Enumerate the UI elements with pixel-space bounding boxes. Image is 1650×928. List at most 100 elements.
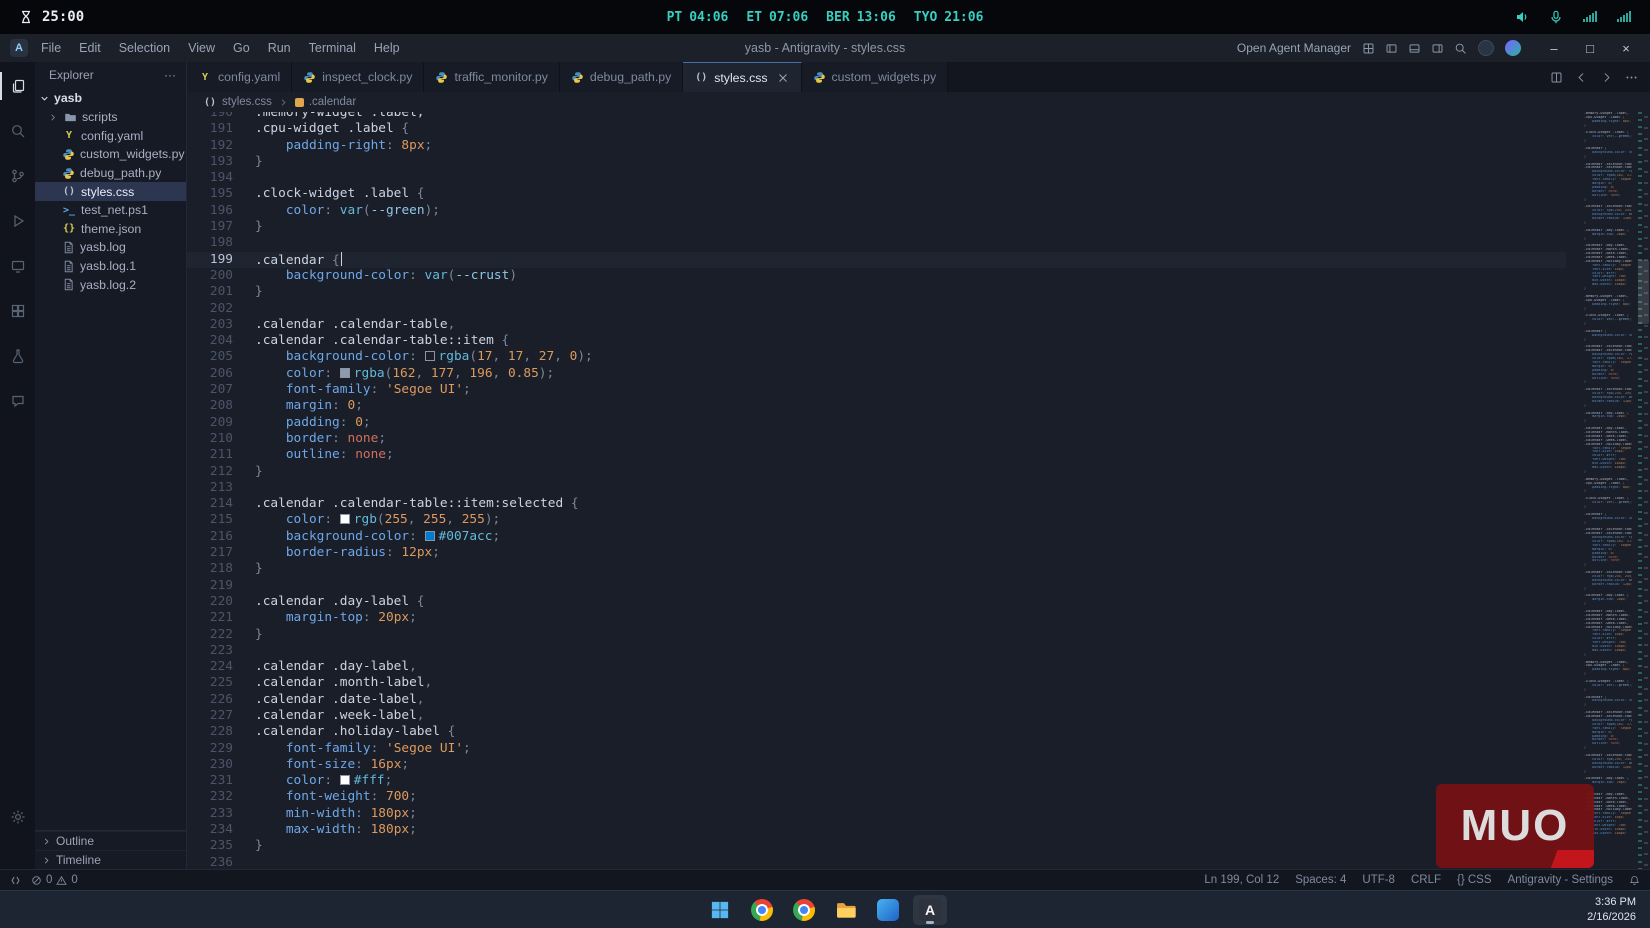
file-yasb.log.1[interactable]: yasb.log.1 xyxy=(35,257,186,276)
tab-styles.css[interactable]: () styles.css xyxy=(683,62,802,92)
taskbar-app-file-explorer[interactable] xyxy=(829,895,863,925)
file-custom_widgets.py[interactable]: custom_widgets.py xyxy=(35,145,186,164)
file-scripts[interactable]: scripts xyxy=(35,108,186,127)
tree-root-yasb[interactable]: yasb xyxy=(35,88,186,108)
activity-source-control[interactable] xyxy=(0,164,35,188)
activity-testing[interactable] xyxy=(0,344,35,368)
menu-terminal[interactable]: Terminal xyxy=(300,41,365,55)
menu-help[interactable]: Help xyxy=(365,41,409,55)
file-explorer-icon xyxy=(835,899,857,921)
scrollbar-thumb[interactable] xyxy=(1638,260,1649,324)
arrow-left-icon[interactable] xyxy=(1575,71,1588,84)
activity-remote-window[interactable] xyxy=(0,254,35,278)
world-clock-et: ET 07:06 xyxy=(746,9,809,25)
panel-bottom-icon[interactable] xyxy=(1408,42,1421,55)
grid-icon[interactable] xyxy=(1362,42,1375,55)
taskbar-app-browser[interactable] xyxy=(745,895,779,925)
menu-view[interactable]: View xyxy=(179,41,224,55)
activity-chat[interactable] xyxy=(0,389,35,413)
tab-config.yaml[interactable]: Yconfig.yaml xyxy=(187,62,293,92)
status-item-1[interactable]: Spaces: 4 xyxy=(1295,874,1346,886)
taskbar-app-browser-2[interactable] xyxy=(787,895,821,925)
menu-run[interactable]: Run xyxy=(259,41,300,55)
code-line-200: 200 background-color: var(--crust) xyxy=(209,267,518,283)
tab-bar: Yconfig.yaml inspect_clock.py traffic_moni… xyxy=(187,62,1650,92)
file-yasb.log.2[interactable]: yasb.log.2 xyxy=(35,275,186,294)
menu-edit[interactable]: Edit xyxy=(70,41,110,55)
tab-inspect_clock.py[interactable]: inspect_clock.py xyxy=(292,62,425,92)
split-icon[interactable] xyxy=(1550,71,1563,84)
menu-selection[interactable]: Selection xyxy=(110,41,179,55)
color-swatch xyxy=(339,367,350,378)
status-item-5[interactable]: Antigravity - Settings xyxy=(1508,874,1613,886)
close-button[interactable]: × xyxy=(1608,34,1644,62)
menu-file[interactable]: File xyxy=(32,41,70,55)
panel-right-icon[interactable] xyxy=(1431,42,1444,55)
minimize-button[interactable]: – xyxy=(1536,34,1572,62)
file-test_net.ps1[interactable]: >_ test_net.ps1 xyxy=(35,201,186,220)
breadcrumb-file[interactable]: () styles.css xyxy=(203,96,272,108)
profile-avatar[interactable] xyxy=(1505,40,1521,56)
chevron-down-icon xyxy=(39,93,50,104)
taskbar-app-start[interactable] xyxy=(703,895,737,925)
bell-icon[interactable] xyxy=(1629,875,1640,886)
remote-icon[interactable] xyxy=(10,875,21,886)
file-config.yaml[interactable]: Yconfig.yaml xyxy=(35,127,186,146)
code-line-233: 233 min-width: 180px; xyxy=(209,805,417,821)
explorer-more-button[interactable]: ··· xyxy=(164,68,176,82)
log-file-icon xyxy=(62,278,75,291)
code-line-222: 222} xyxy=(209,626,263,642)
code-line-218: 218} xyxy=(209,561,263,577)
section-outline[interactable]: Outline xyxy=(35,831,186,850)
menu-go[interactable]: Go xyxy=(224,41,259,55)
activity-extensions[interactable] xyxy=(0,299,35,323)
browser-icon xyxy=(793,898,815,921)
status-item-4[interactable]: {} CSS xyxy=(1457,874,1492,886)
file-styles.css[interactable]: () styles.css xyxy=(35,182,186,201)
open-agent-manager-button[interactable]: Open Agent Manager xyxy=(1237,41,1351,55)
file-theme.json[interactable]: {} theme.json xyxy=(35,220,186,239)
chevron-right-icon xyxy=(41,855,52,866)
file-debug_path.py[interactable]: debug_path.py xyxy=(35,164,186,183)
problems-indicator[interactable]: 0 0 xyxy=(31,874,78,886)
taskbar-app-blue-app[interactable] xyxy=(871,895,905,925)
activity-search[interactable] xyxy=(0,119,35,143)
breadcrumb-symbol[interactable]: .calendar xyxy=(294,96,356,108)
status-item-0[interactable]: Ln 199, Col 12 xyxy=(1204,874,1279,886)
code-line-219: 219 xyxy=(209,577,233,593)
overview-ruler xyxy=(1636,112,1650,869)
taskbar-app-antigravity[interactable]: A xyxy=(913,894,947,925)
section-timeline[interactable]: Timeline xyxy=(35,850,186,869)
status-item-3[interactable]: CRLF xyxy=(1411,874,1441,886)
tab-traffic_monitor.py[interactable]: traffic_monitor.py xyxy=(424,62,560,92)
minimap[interactable]: .memory-widget .label, .cpu-widget .label… xyxy=(1584,112,1632,869)
status-item-2[interactable]: UTF-8 xyxy=(1362,874,1395,886)
more-icon[interactable] xyxy=(1625,71,1638,84)
color-swatch xyxy=(339,775,350,786)
code-line-235: 235} xyxy=(209,838,263,854)
explorer-panel: Explorer ··· yasb scripts Yconfig.yaml cus… xyxy=(35,62,187,869)
code-line-192: 192 padding-right: 8px; xyxy=(209,137,433,153)
close-tab-icon[interactable] xyxy=(776,71,790,85)
panel-left-icon[interactable] xyxy=(1385,42,1398,55)
agent-badge-icon[interactable] xyxy=(1478,40,1494,56)
activity-settings[interactable] xyxy=(0,805,35,829)
search-icon[interactable] xyxy=(1454,42,1467,55)
maximize-button[interactable]: □ xyxy=(1572,34,1608,62)
activity-explorer[interactable] xyxy=(0,72,35,100)
taskbar-clock[interactable]: 3:36 PM 2/16/2026 xyxy=(1587,895,1650,925)
source-control-icon xyxy=(10,168,26,184)
file-yasb.log[interactable]: yasb.log xyxy=(35,238,186,257)
tab-debug_path.py[interactable]: debug_path.py xyxy=(559,62,684,92)
remote-window-icon xyxy=(10,258,26,274)
root-folder-label: yasb xyxy=(54,91,83,105)
tab-custom_widgets.py[interactable]: custom_widgets.py xyxy=(801,62,949,92)
activity-run-debug[interactable] xyxy=(0,209,35,233)
color-swatch xyxy=(424,351,435,362)
code-editor[interactable]: 190 .memory-widget .label, 191 .cpu-widget … xyxy=(187,112,1650,869)
code-line-214: 214 .calendar .calendar-table::item:selec… xyxy=(209,496,579,512)
code-line-194: 194 xyxy=(209,170,233,186)
pomodoro-timer: 25:00 xyxy=(18,9,84,25)
world-clocks: PT 04:06 ET 07:06 BER 13:06 TYO 21:06 xyxy=(667,10,984,25)
arrow-right-icon[interactable] xyxy=(1600,71,1613,84)
